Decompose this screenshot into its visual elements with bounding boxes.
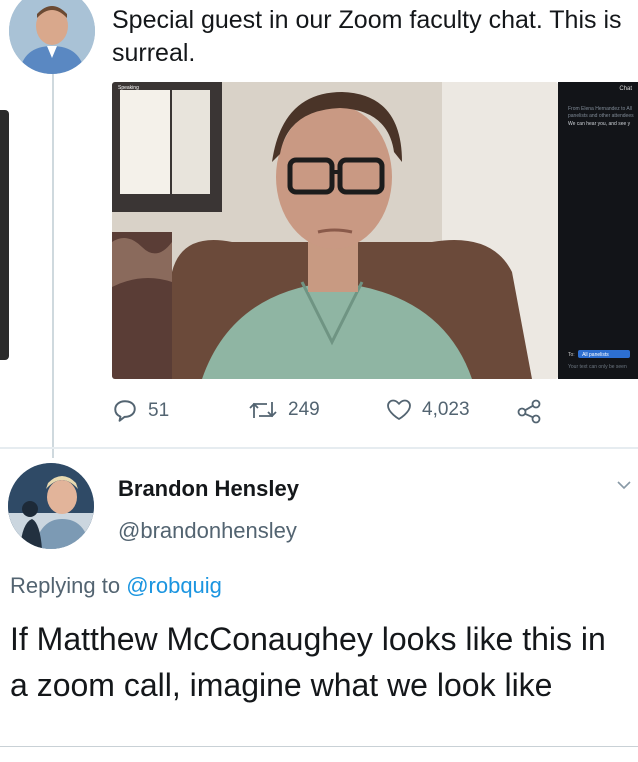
zoom-chat-panel: Chat From Elena Hernandez to All panelis… bbox=[558, 82, 638, 379]
scroll-edge-bar bbox=[0, 110, 9, 360]
share-icon bbox=[517, 399, 541, 424]
zoom-chat-input: Your text can only be seen bbox=[568, 364, 627, 370]
heart-icon bbox=[387, 399, 411, 420]
retweet-count: 249 bbox=[288, 399, 320, 420]
replying-to-line: Replying to @robquig bbox=[10, 573, 222, 599]
original-author-avatar[interactable] bbox=[9, 0, 95, 74]
like-button[interactable]: 4,023 bbox=[386, 398, 470, 422]
zoom-chat-to-label: To: All panelists bbox=[568, 352, 609, 358]
zoom-chat-message: From Elena Hernandez to All bbox=[568, 106, 632, 112]
reply-tweet-text: If Matthew McConaughey looks like this i… bbox=[10, 621, 606, 703]
retweet-button[interactable]: 249 bbox=[248, 398, 320, 422]
share-button[interactable] bbox=[516, 398, 552, 424]
original-tweet-text: Special guest in our Zoom faculty chat. … bbox=[112, 6, 622, 67]
chevron-down-icon bbox=[617, 481, 631, 490]
thread-connector-line bbox=[52, 70, 54, 458]
zoom-chat-message: panelists and other attendees bbox=[568, 113, 634, 119]
zoom-chat-to-prefix: To: bbox=[568, 352, 575, 358]
reply-author-name[interactable]: Brandon Hensley bbox=[118, 476, 299, 502]
avatar-photo-icon bbox=[8, 463, 94, 549]
avatar-photo-icon bbox=[9, 0, 95, 74]
like-count: 4,023 bbox=[422, 399, 470, 420]
retweet-icon bbox=[249, 402, 277, 418]
tweet-divider bbox=[0, 447, 638, 449]
zoom-chat-to-value: All panelists bbox=[582, 352, 609, 358]
zoom-video-still bbox=[112, 82, 558, 379]
replying-to-mention-link[interactable]: @robquig bbox=[126, 573, 222, 598]
zoom-chat-title: Chat bbox=[619, 86, 632, 92]
more-options-button[interactable] bbox=[616, 478, 632, 496]
reply-count: 51 bbox=[148, 400, 170, 421]
reply-icon bbox=[114, 400, 136, 422]
replying-to-prefix: Replying to bbox=[10, 573, 127, 598]
reply-author-handle[interactable]: @brandonhensley bbox=[118, 518, 297, 544]
tweet-media-video-frame[interactable] bbox=[112, 82, 558, 379]
reply-button[interactable]: 51 bbox=[112, 398, 169, 424]
bottom-divider bbox=[0, 746, 638, 747]
reply-author-avatar[interactable] bbox=[8, 463, 94, 549]
zoom-speaker-label: Speaking bbox=[118, 85, 139, 91]
zoom-chat-message: We can hear you, and see y bbox=[568, 121, 631, 127]
